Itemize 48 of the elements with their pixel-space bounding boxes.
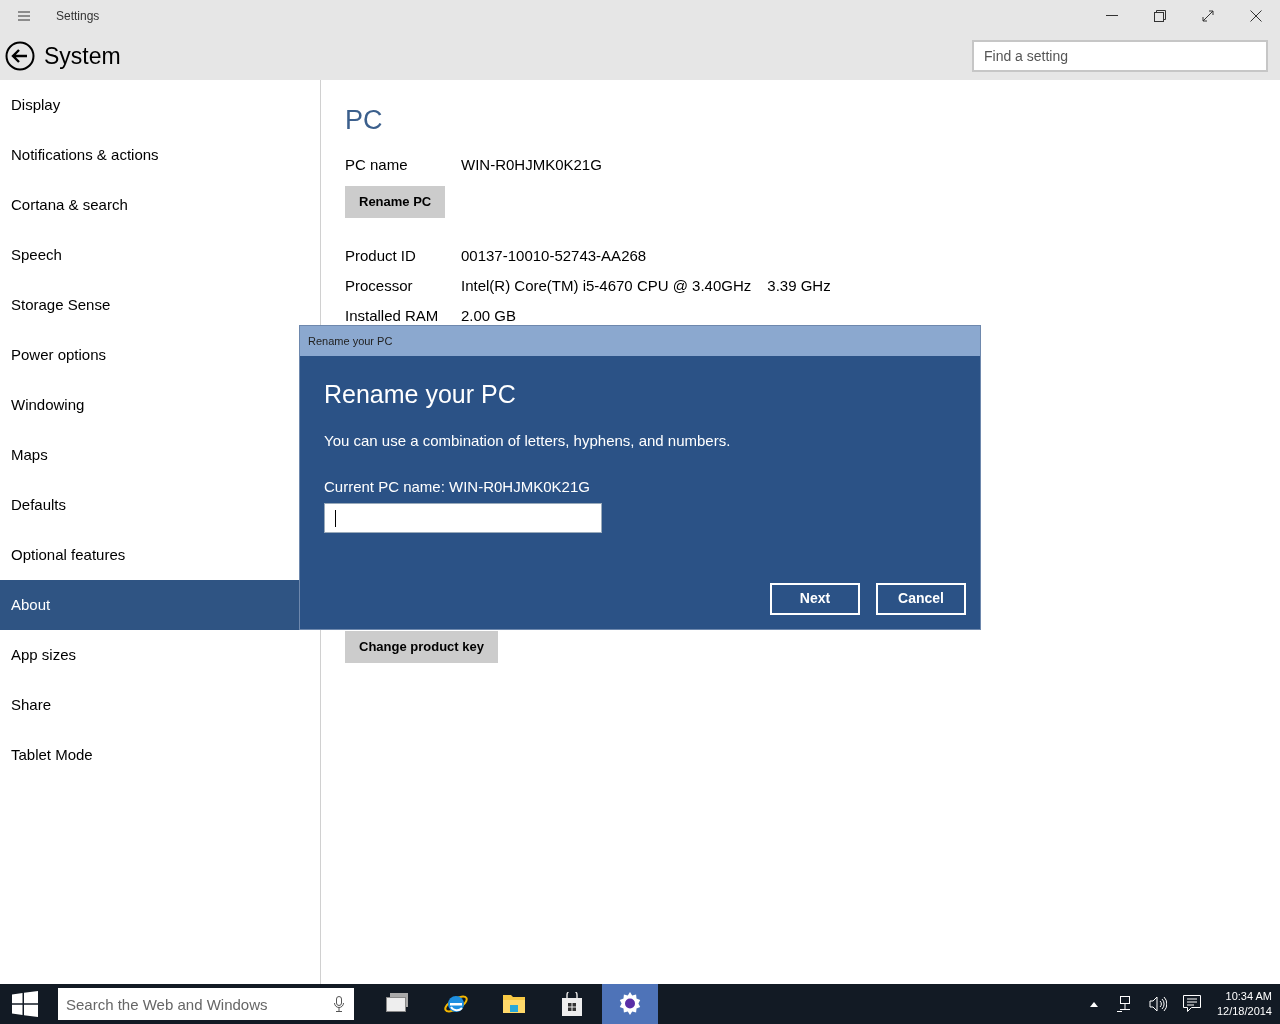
field-value: WIN-R0HJMK0K21G bbox=[461, 155, 602, 175]
speaker-icon[interactable] bbox=[1148, 996, 1167, 1012]
back-button[interactable] bbox=[4, 40, 36, 72]
field-value: 00137-10010-52743-AA268 bbox=[461, 248, 647, 264]
notifications-icon[interactable] bbox=[1182, 995, 1201, 1013]
field-value: 3.39 GHz bbox=[767, 278, 831, 294]
sidebar-item[interactable]: App sizes bbox=[0, 630, 320, 680]
windows-logo-icon bbox=[12, 991, 38, 1017]
product-key-button[interactable]: Change product key bbox=[345, 631, 498, 663]
field-label: Product ID bbox=[345, 248, 417, 264]
cancel-button[interactable]: Cancel bbox=[876, 582, 966, 615]
sidebar-item[interactable]: Notifications & actions bbox=[0, 130, 320, 180]
dialog-heading: Rename your PC bbox=[324, 379, 517, 410]
up-triangle-icon bbox=[1089, 1001, 1098, 1007]
shopping-bag-icon bbox=[560, 992, 584, 1016]
network-icon[interactable] bbox=[1116, 996, 1133, 1012]
sidebar-item[interactable]: Cortana & search bbox=[0, 180, 320, 230]
field-label: PC name bbox=[345, 155, 409, 175]
sidebar-item[interactable]: Share bbox=[0, 680, 320, 730]
sidebar-item[interactable]: Tablet Mode bbox=[0, 730, 320, 780]
name-input-field[interactable] bbox=[324, 502, 602, 533]
field-label: Installed RAM bbox=[345, 308, 440, 324]
field-value: Intel(R) Core(TM) i5-4670 CPU @ 3.40GHz bbox=[461, 278, 752, 294]
settings-button[interactable] bbox=[602, 984, 658, 1024]
gear-icon bbox=[618, 992, 642, 1016]
restore-icon bbox=[1154, 10, 1166, 22]
taskbar-search-field[interactable]: Search the Web and Windows bbox=[58, 988, 354, 1020]
next-button[interactable]: Next bbox=[770, 582, 860, 615]
window-title: Settings bbox=[56, 8, 100, 25]
diagonal-arrow-icon bbox=[1202, 10, 1214, 22]
clock-date: 12/18/2014 bbox=[1216, 1004, 1272, 1019]
field-value: 2.00 GB bbox=[461, 308, 517, 324]
dialog-description: You can use a combination of letters, hyphens, and numbers. bbox=[324, 430, 732, 451]
folder-icon bbox=[502, 992, 526, 1016]
close-icon bbox=[1250, 10, 1262, 22]
text-cursor bbox=[335, 509, 336, 527]
sidebar-item[interactable]: Display bbox=[0, 80, 320, 130]
current-name-label: Current PC name: WIN-R0HJMK0K21G bbox=[324, 477, 591, 497]
search-field[interactable]: Find a setting bbox=[972, 40, 1268, 72]
menu-icon bbox=[18, 11, 30, 21]
dialog-title: Rename your PC bbox=[300, 326, 980, 356]
clock-time: 10:34 AM bbox=[1224, 989, 1272, 1004]
microphone-icon bbox=[334, 996, 344, 1012]
page-title: System bbox=[44, 41, 121, 71]
rename-button[interactable]: Rename PC bbox=[345, 186, 446, 218]
sidebar-item[interactable]: Speech bbox=[0, 230, 320, 280]
section-heading: PC bbox=[345, 104, 384, 136]
field-label: Processor bbox=[345, 278, 414, 294]
